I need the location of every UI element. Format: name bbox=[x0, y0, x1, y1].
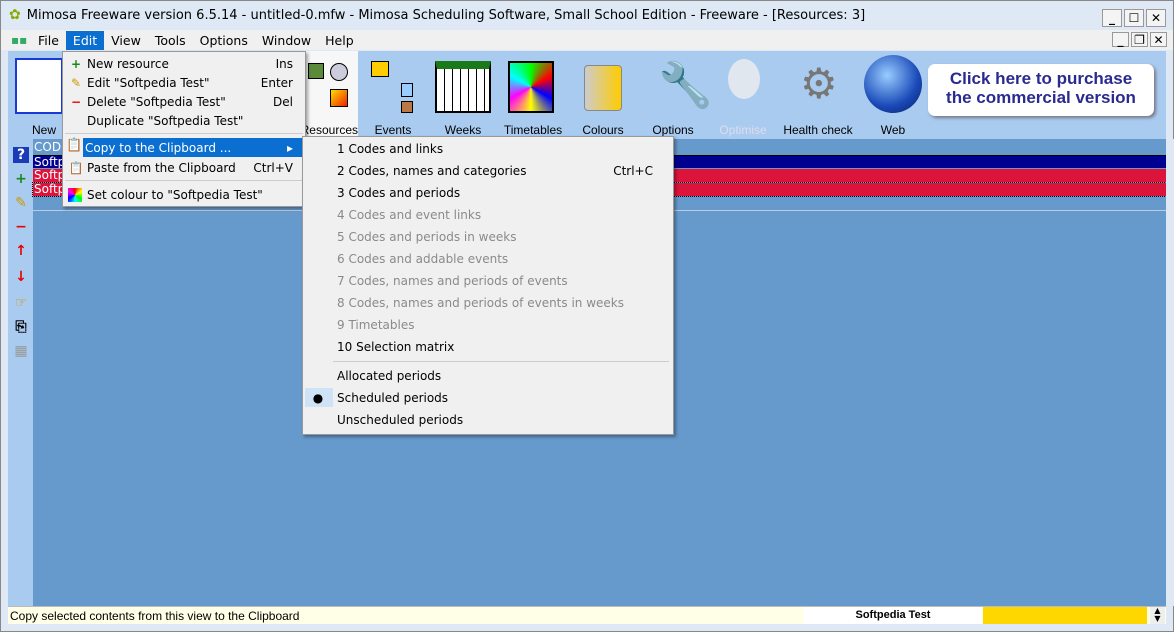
status-bar: Copy selected contents from this view to… bbox=[8, 606, 1166, 624]
grid-icon: ▦ bbox=[14, 343, 28, 359]
toolbar-weeks[interactable]: Weeks bbox=[428, 51, 498, 139]
palette-icon bbox=[68, 187, 82, 202]
toolbar-web[interactable]: Web bbox=[858, 51, 928, 139]
title-bar: ✿ Mimosa Freeware version 6.5.14 - untit… bbox=[1, 1, 1173, 29]
calendar-icon bbox=[435, 61, 491, 113]
toolbar-colours[interactable]: Colours bbox=[570, 51, 636, 139]
menu-item-copy-to-clipboard[interactable]: Copy to the Clipboard ... ▸ bbox=[83, 138, 303, 157]
close-button[interactable]: ✕ bbox=[1146, 9, 1166, 27]
menu-file[interactable]: File bbox=[31, 31, 66, 50]
submenu-item: 6 Codes and addable events bbox=[337, 251, 509, 266]
frame-right bbox=[1166, 139, 1174, 606]
menu-item-duplicate[interactable]: Duplicate "Softpedia Test" bbox=[65, 111, 303, 130]
menu-options[interactable]: Options bbox=[193, 31, 255, 50]
events-tree-icon bbox=[371, 61, 389, 77]
purchase-callout[interactable]: Click here to purchase the commercial ve… bbox=[928, 64, 1154, 116]
menu-edit[interactable]: Edit bbox=[65, 30, 105, 50]
copy-icon: 📋 bbox=[66, 138, 83, 153]
submenu-item: 5 Codes and periods in weeks bbox=[337, 229, 517, 244]
pointing-hand-icon[interactable]: ☞ bbox=[13, 295, 29, 311]
app-icon: ✿ bbox=[9, 7, 21, 23]
copy-submenu: 1 Codes and links 2 Codes, names and cat… bbox=[302, 136, 674, 435]
window-title: Mimosa Freeware version 6.5.14 - untitle… bbox=[26, 7, 866, 23]
lightbulb-icon bbox=[728, 59, 760, 99]
plus-icon: + bbox=[70, 56, 82, 71]
toolbar-timetables[interactable]: Timetables bbox=[498, 51, 568, 139]
status-spinner[interactable]: ▲ ▼ bbox=[1150, 607, 1165, 624]
menu-tools[interactable]: Tools bbox=[148, 31, 193, 50]
menu-separator bbox=[65, 180, 303, 181]
side-toolbar: ? + ✎ − ↑ ↓ ☞ ⎘ ▦ bbox=[8, 139, 33, 606]
submenu-option-selected[interactable]: Scheduled periods bbox=[305, 388, 671, 407]
paint-bucket-icon bbox=[584, 65, 622, 111]
add-icon[interactable]: + bbox=[13, 171, 29, 187]
menu-item-edit[interactable]: ✎ Edit "Softpedia Test" Enter bbox=[65, 73, 303, 92]
pencil-icon: ✎ bbox=[70, 75, 82, 90]
mdi-icon[interactable]: ▪▪ bbox=[11, 33, 31, 47]
status-message: Copy selected contents from this view to… bbox=[10, 609, 300, 623]
menu-item-set-colour[interactable]: Set colour to "Softpedia Test" bbox=[65, 185, 303, 204]
submenu-item: 4 Codes and event links bbox=[337, 207, 482, 222]
tree-node bbox=[401, 83, 413, 97]
submenu-arrow-icon: ▸ bbox=[286, 140, 293, 155]
submenu-option[interactable]: Allocated periods bbox=[305, 366, 671, 385]
child-restore-button[interactable]: ❐ bbox=[1131, 32, 1148, 47]
timetable-icon bbox=[508, 61, 554, 113]
submenu-item: 7 Codes, names and periods of events bbox=[337, 273, 568, 288]
submenu-item: 8 Codes, names and periods of events in … bbox=[337, 295, 624, 310]
menu-help[interactable]: Help bbox=[318, 31, 361, 50]
globe-icon bbox=[864, 55, 922, 113]
new-document-icon bbox=[15, 58, 63, 114]
menu-separator bbox=[65, 133, 303, 134]
menu-separator bbox=[333, 361, 669, 362]
menu-item-new-resource[interactable]: + New resource Ins bbox=[65, 54, 303, 73]
edit-menu: + New resource Ins ✎ Edit "Softpedia Test" E… bbox=[62, 51, 306, 207]
links-document-icon[interactable]: ⎘ bbox=[13, 319, 29, 335]
submenu-item: 9 Timetables bbox=[337, 317, 415, 332]
minus-icon: − bbox=[70, 94, 82, 109]
submenu-item[interactable]: 3 Codes and periods bbox=[305, 183, 671, 202]
toolbar-optimise: Optimise bbox=[708, 51, 778, 139]
menu-item-paste[interactable]: 📋 Paste from the Clipboard Ctrl+V bbox=[65, 158, 303, 177]
shapes-icon bbox=[308, 63, 324, 79]
move-down-icon[interactable]: ↓ bbox=[13, 269, 29, 285]
paste-icon: 📋 bbox=[68, 160, 84, 175]
menu-item-delete[interactable]: − Delete "Softpedia Test" Del bbox=[65, 92, 303, 111]
wrench-icon: 🔧 bbox=[658, 60, 713, 111]
status-colour-swatch bbox=[983, 607, 1147, 624]
submenu-option[interactable]: Unscheduled periods bbox=[305, 410, 671, 429]
square-shape bbox=[330, 89, 348, 107]
gears-icon: ⚙ bbox=[800, 59, 838, 108]
child-minimize-button[interactable]: _ bbox=[1112, 32, 1129, 47]
menu-window[interactable]: Window bbox=[255, 31, 318, 50]
pencil-icon[interactable]: ✎ bbox=[13, 195, 29, 211]
submenu-item[interactable]: 1 Codes and links bbox=[305, 139, 671, 158]
move-up-icon[interactable]: ↑ bbox=[13, 243, 29, 259]
maximize-button[interactable]: ☐ bbox=[1124, 9, 1144, 27]
submenu-item[interactable]: 2 Codes, names and categories Ctrl+C bbox=[305, 161, 671, 180]
submenu-item[interactable]: 10 Selection matrix bbox=[305, 337, 671, 356]
child-close-button[interactable]: ✕ bbox=[1150, 32, 1167, 47]
toolbar-options[interactable]: 🔧 Options bbox=[638, 51, 712, 139]
remove-icon[interactable]: − bbox=[13, 219, 29, 235]
menu-view[interactable]: View bbox=[104, 31, 148, 50]
menu-bar: ▪▪ File Edit View Tools Options Window H… bbox=[1, 30, 1173, 50]
circle-shape bbox=[330, 63, 348, 81]
toolbar-health-check[interactable]: ⚙ Health check bbox=[778, 51, 858, 139]
minimize-button[interactable]: _ bbox=[1102, 9, 1122, 27]
tree-node bbox=[401, 101, 413, 113]
toolbar-events[interactable]: Events bbox=[363, 51, 423, 139]
help-icon[interactable]: ? bbox=[13, 147, 29, 163]
status-current-resource: Softpedia Test bbox=[804, 607, 982, 624]
